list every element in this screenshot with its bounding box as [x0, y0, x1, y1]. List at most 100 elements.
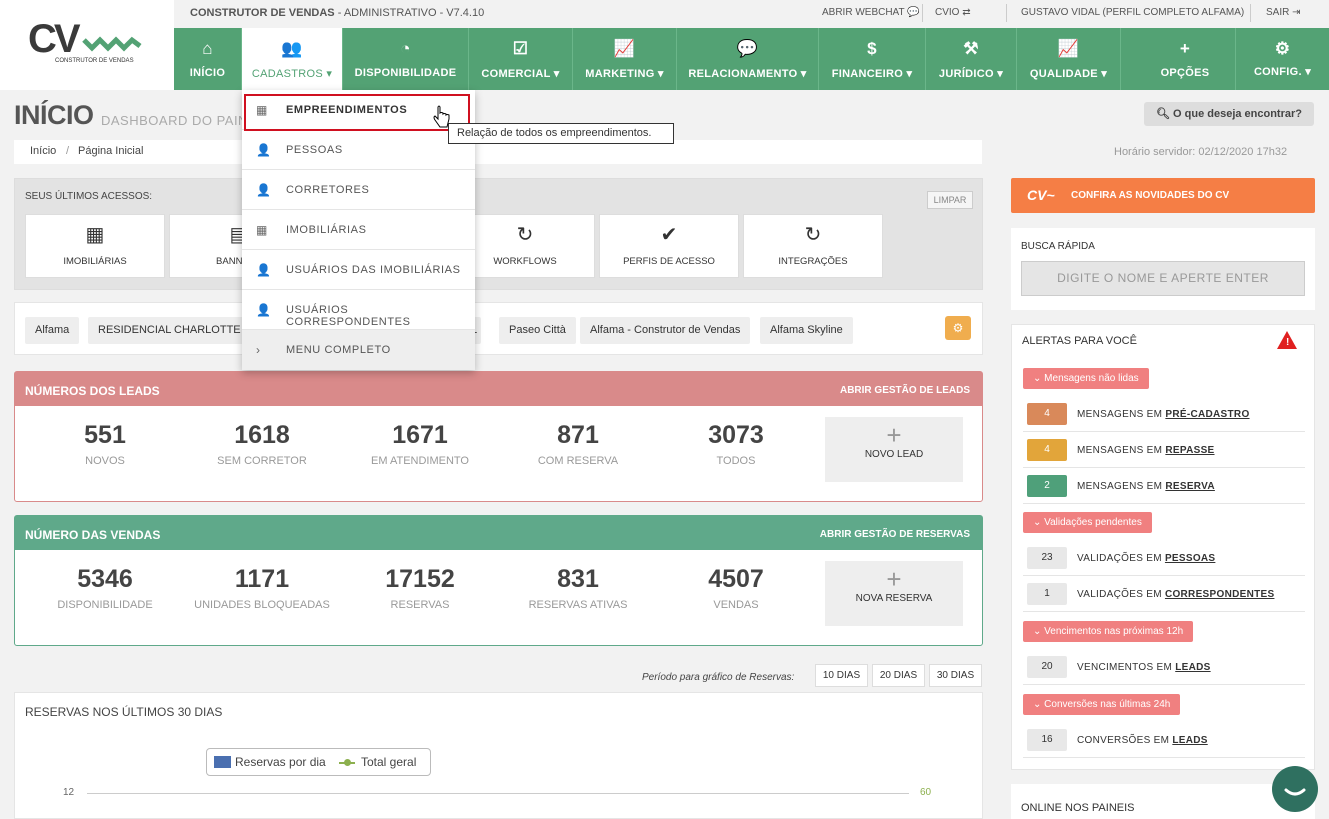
page-subtitle: DASHBOARD DO PAINEL — [101, 113, 265, 128]
menu-imobiliarias[interactable]: ▦ IMOBILIÁRIAS — [242, 210, 475, 250]
user-icon: 👤 — [256, 303, 272, 317]
chips-settings-button[interactable]: ⚙ — [945, 316, 971, 340]
online-panel: ONLINE NOS PAINEIS — [1011, 784, 1315, 819]
cv-logo-icon: CV — [28, 17, 142, 61]
webchat-link[interactable]: ABRIR WEBCHAT 💬 — [822, 7, 920, 18]
chip-charlotte[interactable]: RESIDENCIAL CHARLOTTE — [88, 317, 251, 344]
recent-access-title: SEUS ÚLTIMOS ACESSOS: — [25, 191, 153, 202]
recent-access-panel: SEUS ÚLTIMOS ACESSOS: LIMPAR ▦ IMOBILIÁR… — [14, 178, 983, 290]
breadcrumb-home[interactable]: Início — [30, 145, 56, 157]
nav-qualidade[interactable]: 📈 QUALIDADE ▾ — [1017, 28, 1121, 90]
vendas-header: NÚMERO DAS VENDAS ABRIR GESTÃO DE RESERV… — [15, 516, 982, 550]
nav-cadastros[interactable]: 👥 CADASTROS ▾ — [242, 28, 343, 90]
chip-alfama-cv[interactable]: Alfama - Construtor de Vendas — [580, 317, 751, 344]
user-icon: 👤 — [256, 143, 272, 157]
period-20-button[interactable]: 20 DIAS — [872, 664, 925, 687]
leads-panel: NÚMEROS DOS LEADS ABRIR GESTÃO DE LEADS … — [14, 371, 983, 502]
menu-completo[interactable]: › MENU COMPLETO — [242, 330, 475, 370]
recent-workflows[interactable]: ↻ WORKFLOWS — [455, 214, 595, 278]
user-link[interactable]: GUSTAVO VIDAL (PERFIL COMPLETO ALFAMA) — [1021, 7, 1244, 18]
nav-inicio[interactable]: ⌂ INÍCIO — [174, 28, 242, 90]
alert-tag-conversoes[interactable]: ⌄ Conversões nas últimas 24h — [1023, 694, 1181, 715]
clear-button[interactable]: LIMPAR — [927, 191, 973, 209]
home-icon: ⌂ — [202, 39, 213, 58]
refresh-icon: ↻ — [516, 224, 534, 246]
stat-disponibilidade[interactable]: 5346 DISPONIBILIDADE — [15, 565, 195, 611]
check-square-icon: ☑ — [512, 39, 529, 58]
stat-unidades-bloqueadas[interactable]: 1171 UNIDADES BLOQUEADAS — [172, 565, 352, 611]
app-title: CONSTRUTOR DE VENDAS - ADMINISTRATIVO - … — [190, 7, 485, 19]
legend-line-label[interactable]: Total geral — [361, 755, 416, 769]
new-lead-button[interactable]: + NOVO LEAD — [825, 417, 963, 482]
quick-search-input[interactable]: DIGITE O NOME E APERTE ENTER — [1021, 261, 1305, 296]
nav-relacionamento[interactable]: 💬 RELACIONAMENTO ▾ — [677, 28, 819, 90]
stat-sem-corretor[interactable]: 1618 SEM CORRETOR — [172, 421, 352, 467]
alert-row[interactable]: 4 MENSAGENS EM PRÉ-CADASTRO — [1023, 396, 1305, 432]
news-banner[interactable]: CV~ CONFIRA AS NOVIDADES DO CV — [1011, 178, 1315, 213]
grid-line — [87, 793, 909, 794]
new-reserva-button[interactable]: + NOVA RESERVA — [825, 561, 963, 626]
y-left-tick: 12 — [63, 787, 75, 798]
alert-row[interactable]: 1 VALIDAÇÕES EM CORRESPONDENTES — [1023, 576, 1305, 612]
nav-financeiro[interactable]: $ FINANCEIRO ▾ — [819, 28, 926, 90]
logout-link[interactable]: SAIR ⇥ — [1266, 7, 1301, 18]
legend-bar-label[interactable]: Reservas por dia — [235, 755, 326, 769]
cadastros-dropdown: ▦ EMPREENDIMENTOS 👤 PESSOAS 👤 CORRETORES… — [242, 90, 475, 370]
reservas-chart-panel: RESERVAS NOS ÚLTIMOS 30 DIAS Reservas po… — [14, 692, 983, 819]
open-reservas-link[interactable]: ABRIR GESTÃO DE RESERVAS — [820, 529, 970, 540]
nav-marketing[interactable]: 📈 MARKETING ▾ — [573, 28, 677, 90]
recent-integracoes[interactable]: ↻ INTEGRAÇÕES — [743, 214, 883, 278]
comments-icon: 💬 — [736, 39, 759, 58]
period-30-button[interactable]: 30 DIAS — [929, 664, 982, 687]
stat-novos[interactable]: 551 NOVOS — [15, 421, 195, 467]
stat-reservas-ativas[interactable]: 831 RESERVAS ATIVAS — [488, 565, 668, 611]
stat-com-reserva[interactable]: 871 COM RESERVA — [488, 421, 668, 467]
chat-icon — [1284, 788, 1306, 796]
menu-corretores[interactable]: 👤 CORRETORES — [242, 170, 475, 210]
alert-tag-validacoes[interactable]: ⌄ Validações pendentes — [1023, 512, 1152, 533]
alert-row[interactable]: 20 VENCIMENTOS EM LEADS — [1023, 649, 1305, 685]
open-leads-link[interactable]: ABRIR GESTÃO DE LEADS — [840, 385, 970, 396]
alert-row[interactable]: 4 MENSAGENS EM REPASSE — [1023, 432, 1305, 468]
cvio-link[interactable]: CVIO ⇄ — [935, 7, 971, 18]
dollar-icon: $ — [867, 39, 877, 58]
plus-icon: + — [886, 420, 902, 450]
chat-bubble-button[interactable] — [1272, 766, 1318, 812]
alert-row[interactable]: 16 CONVERSÕES EM LEADS — [1023, 722, 1305, 758]
recent-perfis[interactable]: ✔ PERFIS DE ACESSO — [599, 214, 739, 278]
nav-disponibilidade[interactable]: ◔ DISPONIBILIDADE — [343, 28, 469, 90]
chip-alfama-skyline[interactable]: Alfama Skyline — [760, 317, 853, 344]
alert-row[interactable]: 23 VALIDAÇÕES EM PESSOAS — [1023, 540, 1305, 576]
nav-opcoes[interactable]: + OPÇÕES — [1155, 28, 1215, 90]
server-time: Horário servidor: 02/12/2020 17h32 — [1114, 146, 1288, 158]
stat-vendas[interactable]: 4507 VENDAS — [646, 565, 826, 611]
menu-usuarios-imobiliarias[interactable]: 👤 USUÁRIOS DAS IMOBILIÁRIAS — [242, 250, 475, 290]
refresh-icon: ↻ — [804, 224, 822, 246]
stat-todos[interactable]: 3073 TODOS — [646, 421, 826, 467]
breadcrumb-current: Página Inicial — [78, 145, 144, 157]
dashboard-icon: ◔ — [400, 39, 411, 58]
stat-em-atendimento[interactable]: 1671 EM ATENDIMENTO — [330, 421, 510, 467]
alert-tag-vencimentos[interactable]: ⌄ Vencimentos nas próximas 12h — [1023, 621, 1194, 642]
menu-usuarios-correspondentes[interactable]: 👤 USUÁRIOS CORRESPONDENTES — [242, 290, 475, 330]
quick-search-label: BUSCA RÁPIDA — [1021, 241, 1095, 252]
nav-config[interactable]: ⚙ CONFIG. ▾ — [1235, 28, 1329, 90]
stat-reservas[interactable]: 17152 RESERVAS — [330, 565, 510, 611]
global-search-button[interactable]: 🔍︎ O que deseja encontrar? — [1144, 102, 1314, 126]
user-icon: 👤 — [256, 183, 272, 197]
chip-alfama[interactable]: Alfama — [25, 317, 80, 344]
check-icon: ✔ — [660, 224, 678, 246]
alert-tag-mensagens[interactable]: ⌄ Mensagens não lidas — [1023, 368, 1149, 389]
period-10-button[interactable]: 10 DIAS — [815, 664, 868, 687]
menu-pessoas[interactable]: 👤 PESSOAS — [242, 130, 475, 170]
cv-logo-icon: CV~ — [1027, 187, 1055, 203]
nav-juridico[interactable]: ⚒ JURÍDICO ▾ — [926, 28, 1017, 90]
logo[interactable]: CV CONSTRUTOR DE VENDAS — [0, 0, 174, 90]
alert-row[interactable]: 2 MENSAGENS EM RESERVA — [1023, 468, 1305, 504]
chip-paseo-citta[interactable]: Paseo Città — [499, 317, 576, 344]
legend-bar-swatch — [214, 756, 231, 768]
building-icon: ▦ — [256, 223, 268, 237]
nav-comercial[interactable]: ☑ COMERCIAL ▾ — [469, 28, 573, 90]
recent-imobiliarias[interactable]: ▦ IMOBILIÁRIAS — [25, 214, 165, 278]
search-icon: 🔍︎ — [1155, 108, 1170, 120]
